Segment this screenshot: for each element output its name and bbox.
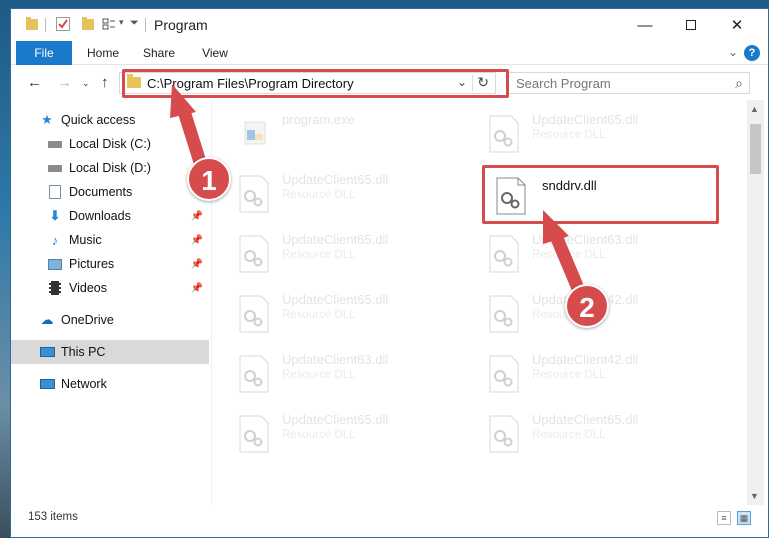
step-1-badge: 1 xyxy=(187,157,231,201)
annotation-arrows xyxy=(170,84,592,312)
step-2-badge: 2 xyxy=(565,284,609,328)
